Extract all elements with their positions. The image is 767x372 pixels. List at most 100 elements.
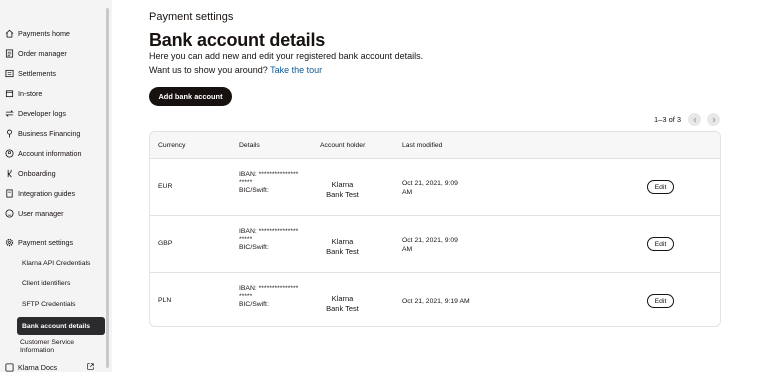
guide-icon — [4, 188, 14, 198]
iban-value: IBAN: *************** — [239, 228, 299, 235]
modified-line2: AM — [402, 189, 413, 196]
sidebar-item-in-store[interactable]: In-store — [4, 86, 42, 100]
sidebar-item-label: Developer logs — [18, 108, 66, 118]
tour-row: Want us to show you around? Take the tou… — [149, 65, 322, 75]
next-page-button[interactable] — [707, 113, 720, 126]
page-title: Payment settings — [149, 11, 234, 23]
modified-line1: Oct 21, 2021, 9:19 AM — [402, 298, 470, 305]
bic-label: BIC/Swift: — [239, 187, 269, 194]
user-icon — [4, 208, 14, 218]
details-cell: IBAN: *************** ***** BIC/Swift: — [239, 171, 298, 195]
sidebar-subitem-customer-service-information[interactable]: Customer Service Information — [20, 339, 100, 355]
last-modified-cell: Oct 21, 2021, 9:09 AM — [402, 236, 472, 254]
financing-icon — [4, 128, 14, 138]
account-icon — [4, 148, 14, 158]
header-currency: Currency — [158, 142, 186, 149]
sidebar-item-label: Integration guides — [18, 188, 76, 198]
holder-line2: Bank Test — [326, 303, 359, 313]
account-holder-cell: Klarna Bank Test — [320, 180, 365, 199]
sidebar-item-developer-logs[interactable]: Developer logs — [4, 106, 66, 120]
holder-line1: Klarna — [331, 237, 354, 246]
store-icon — [4, 88, 14, 98]
iban-value-cont: ***** — [239, 236, 253, 243]
edit-button[interactable]: Edit — [647, 294, 674, 308]
modified-line1: Oct 21, 2021, 9:09 — [402, 237, 458, 244]
sidebar-scrollbar[interactable] — [106, 8, 109, 368]
add-bank-account-button[interactable]: Add bank account — [149, 87, 232, 106]
details-cell: IBAN: *************** ***** BIC/Swift: — [239, 285, 298, 309]
sidebar-item-label: Payments home — [18, 28, 70, 38]
currency-cell: EUR — [158, 183, 173, 190]
currency-cell: PLN — [158, 297, 172, 304]
iban-value: IBAN: *************** — [239, 171, 299, 178]
details-cell: IBAN: *************** ***** BIC/Swift: — [239, 228, 298, 252]
account-holder-cell: Klarna Bank Test — [320, 237, 365, 256]
sidebar-item-label: Payment settings — [18, 237, 74, 247]
edit-button[interactable]: Edit — [647, 180, 674, 194]
main-content: Payment settings Bank account details He… — [112, 0, 767, 372]
sidebar-subitem-client-identifiers[interactable]: Client identifiers — [22, 280, 70, 287]
sidebar-item-user-manager[interactable]: User manager — [4, 206, 64, 220]
iban-value-cont: ***** — [239, 179, 253, 186]
sidebar-item-label: Onboarding — [18, 168, 56, 178]
order-icon — [4, 48, 14, 58]
sidebar-subitem-bank-account-details[interactable]: Bank account details — [17, 317, 105, 335]
header-last-modified: Last modified — [402, 142, 443, 149]
sidebar: Payments home Order manager Settlements … — [0, 0, 109, 372]
chevron-left-icon — [692, 117, 696, 122]
holder-line1: Klarna — [331, 294, 354, 303]
sidebar-subitem-klarna-api-credentials[interactable]: Klarna API Credentials — [22, 260, 90, 267]
last-modified-cell: Oct 21, 2021, 9:09 AM — [402, 179, 472, 197]
sidebar-item-payments-home[interactable]: Payments home — [4, 26, 70, 40]
tour-prompt: Want us to show you around? — [149, 65, 268, 75]
sidebar-item-label: Order manager — [18, 48, 67, 58]
modified-line1: Oct 21, 2021, 9:09 — [402, 180, 458, 187]
arrows-icon — [4, 108, 14, 118]
bic-label: BIC/Swift: — [239, 244, 269, 251]
bank-accounts-table: Currency Details Account holder Last mod… — [149, 131, 721, 327]
sidebar-item-settlements[interactable]: Settlements — [4, 66, 56, 80]
sidebar-subitem-sftp-credentials[interactable]: SFTP Credentials — [22, 301, 76, 308]
sidebar-item-klarna-docs[interactable]: Klarna Docs — [4, 360, 57, 372]
edit-button[interactable]: Edit — [647, 237, 674, 251]
modified-line2: AM — [402, 246, 413, 253]
currency-cell: GBP — [158, 240, 173, 247]
header-account-holder: Account holder — [320, 142, 366, 149]
iban-value: IBAN: *************** — [239, 285, 299, 292]
sidebar-item-label: In-store — [18, 88, 43, 98]
account-holder-cell: Klarna Bank Test — [320, 294, 365, 313]
holder-line2: Bank Test — [326, 246, 359, 256]
sidebar-item-label: Account information — [18, 148, 82, 158]
holder-line1: Klarna — [331, 180, 354, 189]
sidebar-item-label: User manager — [18, 208, 64, 218]
table-row: PLN IBAN: *************** ***** BIC/Swif… — [150, 273, 720, 326]
sidebar-item-business-financing[interactable]: Business Financing — [4, 126, 80, 140]
sidebar-item-integration-guides[interactable]: Integration guides — [4, 186, 75, 200]
sidebar-item-payment-settings[interactable]: Payment settings — [4, 235, 73, 249]
last-modified-cell: Oct 21, 2021, 9:19 AM — [402, 297, 472, 306]
pagination-count: 1–3 of 3 — [654, 115, 682, 124]
klarna-docs-icon — [4, 362, 14, 372]
chevron-right-icon — [712, 117, 716, 122]
table-row: GBP IBAN: *************** ***** BIC/Swif… — [150, 216, 720, 273]
header-details: Details — [239, 142, 260, 149]
take-tour-link[interactable]: Take the tour — [270, 65, 322, 75]
sidebar-item-label: Klarna Docs — [18, 362, 58, 372]
holder-line2: Bank Test — [326, 189, 359, 199]
bic-label: BIC/Swift: — [239, 301, 269, 308]
sidebar-item-onboarding[interactable]: Onboarding — [4, 166, 56, 180]
description: Here you can add new and edit your regis… — [149, 51, 424, 61]
gear-icon — [4, 237, 14, 247]
klarna-k-icon — [4, 168, 14, 178]
table-header: Currency Details Account holder Last mod… — [150, 132, 720, 159]
previous-page-button[interactable] — [688, 113, 701, 126]
sidebar-item-label: Settlements — [18, 68, 56, 78]
table-row: EUR IBAN: *************** ***** BIC/Swif… — [150, 159, 720, 216]
sidebar-item-label: Business Financing — [18, 128, 81, 138]
iban-value-cont: ***** — [239, 293, 253, 300]
sidebar-item-order-manager[interactable]: Order manager — [4, 46, 67, 60]
external-link-icon — [87, 363, 94, 370]
settlements-icon — [4, 68, 14, 78]
sidebar-item-account-information[interactable]: Account information — [4, 146, 82, 160]
home-icon — [4, 28, 14, 38]
